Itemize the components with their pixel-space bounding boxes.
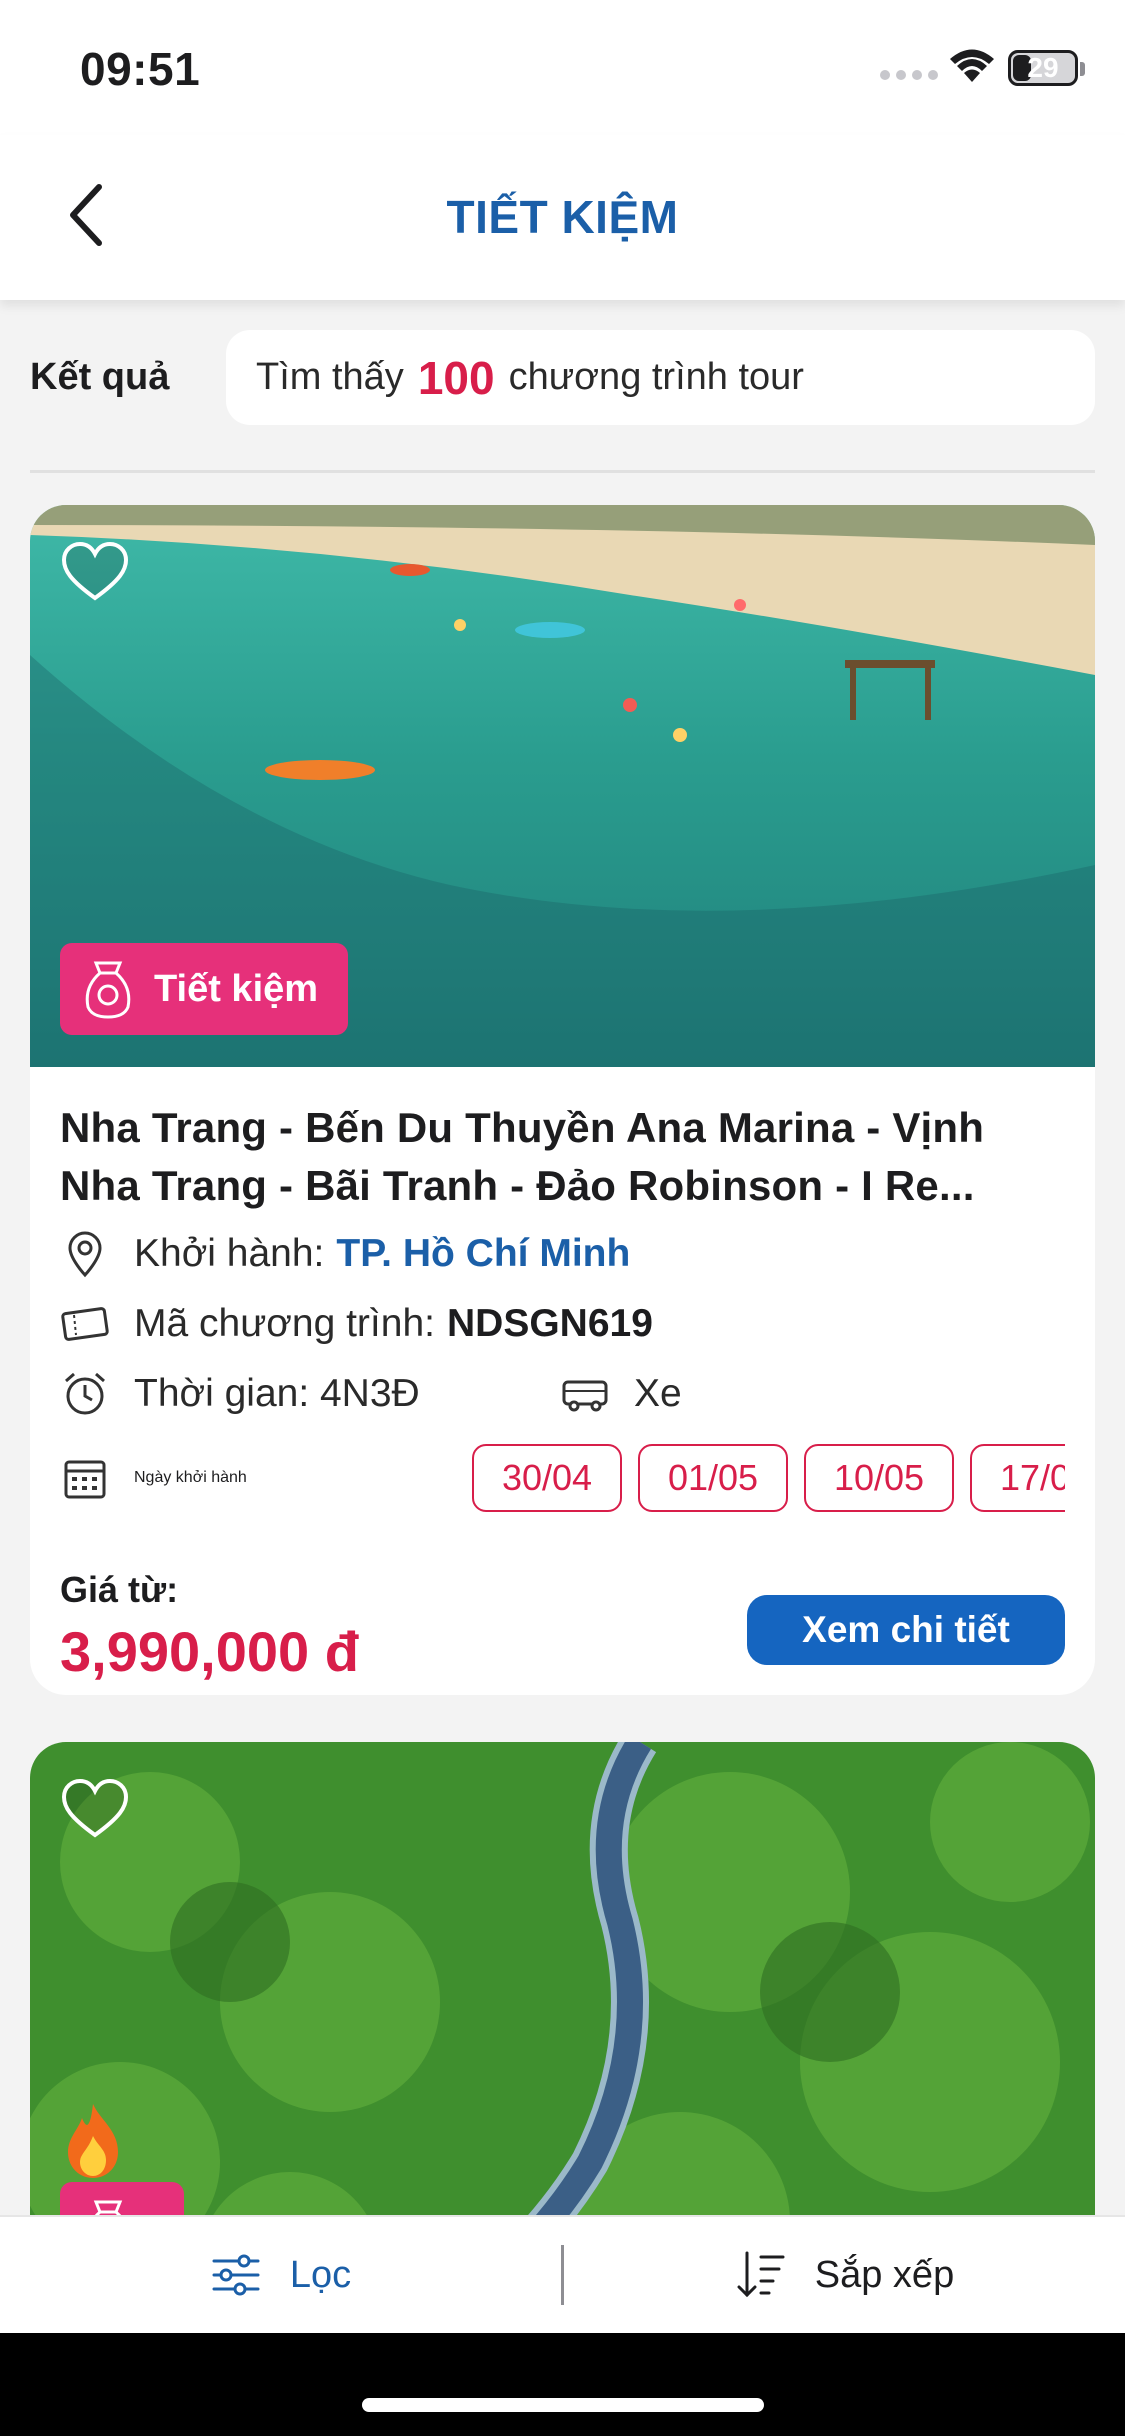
tour-title[interactable]: Nha Trang - Bến Du Thuyền Ana Marina - V… <box>60 1099 1065 1215</box>
results-suffix: chương trình tour <box>508 356 804 398</box>
date-chip[interactable]: 10/05 <box>804 1444 954 1512</box>
cellular-signal-icon <box>880 70 938 80</box>
duration-label: Thời gian: 4N3Đ <box>134 1372 420 1415</box>
departure-dates-row: Ngày khởi hành 30/04 01/05 10/05 17/05 <box>60 1433 1065 1523</box>
battery-icon: 29 <box>1008 50 1078 86</box>
piggy-bank-icon <box>85 961 131 1019</box>
calendar-icon <box>64 1460 106 1499</box>
tour-image-beach[interactable]: Tiết kiệm <box>30 505 1095 1067</box>
home-indicator-area <box>0 2333 1125 2436</box>
bottom-toolbar: Lọc Sắp xếp <box>0 2215 1125 2333</box>
results-pill: Tìm thấy 100 chương trình tour <box>226 330 1095 425</box>
status-time: 09:51 <box>80 43 201 95</box>
sort-label: Sắp xếp <box>814 2253 955 2296</box>
wifi-icon <box>950 49 994 82</box>
heart-icon[interactable] <box>60 540 130 604</box>
page-title: TIẾT KIỆM <box>446 191 679 243</box>
code-value: NDSGN619 <box>446 1302 653 1345</box>
results-label: Kết quả <box>30 356 170 398</box>
home-indicator[interactable] <box>362 2398 764 2412</box>
nav-bar: TIẾT KIỆM <box>0 135 1125 300</box>
dates-label: Ngày khởi hành <box>134 1469 247 1486</box>
battery-level: 29 <box>1027 52 1059 83</box>
date-chip[interactable]: 30/04 <box>472 1444 622 1512</box>
status-bar: 09:51 29 <box>0 0 1125 135</box>
heart-icon[interactable] <box>60 1777 130 1841</box>
alarm-clock-icon <box>65 1372 105 1415</box>
view-details-button[interactable]: Xem chi tiết <box>747 1595 1065 1665</box>
filter-sliders-icon <box>212 2254 260 2296</box>
divider <box>30 470 1095 473</box>
badge-label: Tiết kiệm <box>154 967 319 1010</box>
results-count: 100 <box>417 351 495 404</box>
results-prefix: Tìm thấy <box>256 356 404 398</box>
sort-button[interactable]: Sắp xếp <box>564 2217 1125 2333</box>
departure-label: Khởi hành: <box>134 1232 325 1275</box>
tour-card-body: Nha Trang - Bến Du Thuyền Ana Marina - V… <box>30 1067 1095 1695</box>
code-row: Mã chương trình: NDSGN619 <box>60 1289 1065 1359</box>
ticket-icon <box>61 1307 109 1341</box>
results-summary: Kết quả Tìm thấy 100 chương trình tour <box>30 330 1095 425</box>
filter-button[interactable]: Lọc <box>0 2217 561 2333</box>
tour-card[interactable]: Tiết kiệm Nha Trang - Bến Du Thuyền Ana … <box>30 505 1095 1695</box>
date-chip[interactable]: 17/05 <box>970 1444 1065 1512</box>
bus-icon <box>562 1380 608 1412</box>
vehicle-label: Xe <box>634 1372 682 1415</box>
duration-row: Thời gian: 4N3Đ Xe <box>60 1359 1065 1429</box>
dates-scroller[interactable]: 30/04 01/05 10/05 17/05 <box>472 1444 1065 1512</box>
savings-badge: Tiết kiệm <box>60 943 349 1035</box>
departure-row: Khởi hành: TP. Hồ Chí Minh <box>60 1219 1065 1289</box>
sort-icon <box>737 2251 785 2298</box>
flame-icon <box>68 2104 118 2178</box>
location-pin-icon <box>68 1231 102 1278</box>
date-chip[interactable]: 01/05 <box>638 1444 788 1512</box>
filter-label: Lọc <box>289 2253 352 2296</box>
code-label: Mã chương trình: <box>134 1302 435 1345</box>
departure-value: TP. Hồ Chí Minh <box>336 1232 631 1275</box>
